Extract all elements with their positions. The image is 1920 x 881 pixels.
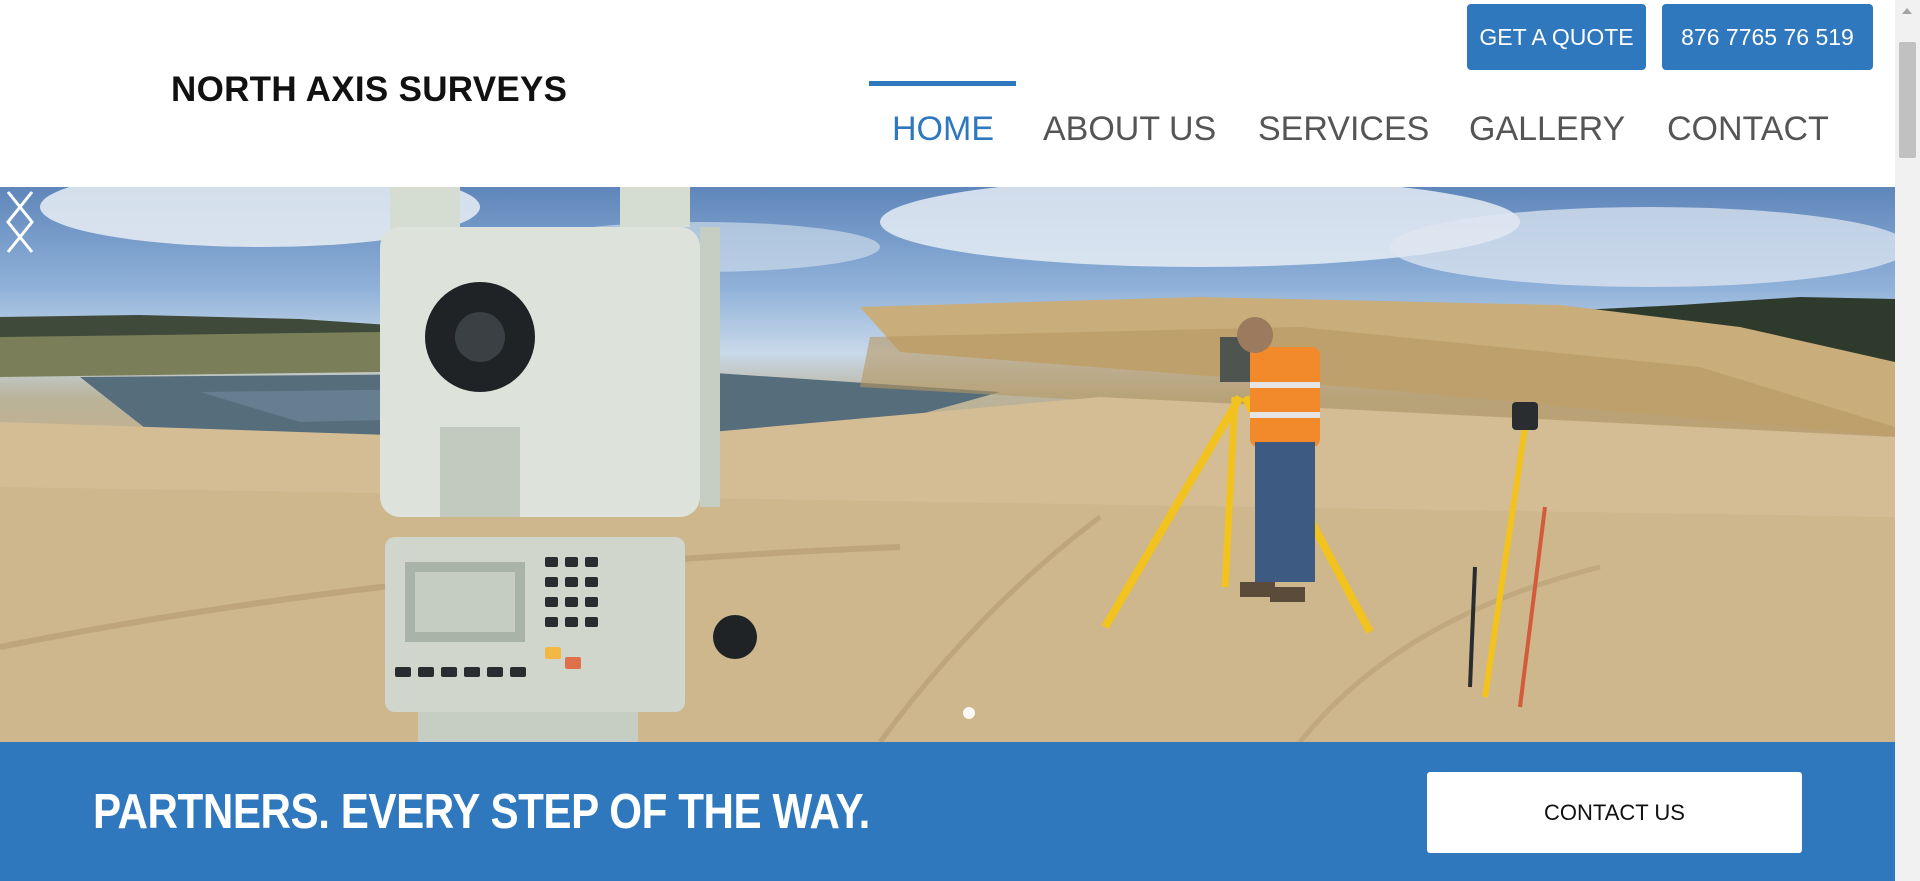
hero-image (0, 187, 1895, 742)
scroll-up-icon[interactable] (1902, 8, 1912, 14)
nav-active-indicator (869, 81, 1016, 86)
tagline: PARTNERS. EVERY STEP OF THE WAY. (93, 785, 870, 839)
nav-item-about-us[interactable]: ABOUT US (1043, 110, 1216, 149)
nav-item-contact[interactable]: CONTACT (1667, 110, 1829, 149)
nav-item-services[interactable]: SERVICES (1258, 110, 1429, 149)
site-header: NORTH AXIS SURVEYS GET A QUOTE 876 7765 … (0, 0, 1895, 187)
chevron-right-icon[interactable] (0, 187, 40, 257)
slider-dot-1[interactable] (963, 707, 975, 719)
get-a-quote-button[interactable]: GET A QUOTE (1467, 4, 1646, 70)
hero-slider (0, 187, 1895, 742)
page-scrollbar[interactable] (1895, 0, 1920, 881)
scroll-thumb[interactable] (1899, 42, 1916, 158)
phone-number-button[interactable]: 876 7765 76 519 (1662, 4, 1873, 70)
cta-band: PARTNERS. EVERY STEP OF THE WAY. CONTACT… (0, 742, 1895, 881)
site-logo[interactable]: NORTH AXIS SURVEYS (171, 70, 567, 110)
nav-item-gallery[interactable]: GALLERY (1469, 110, 1625, 149)
contact-us-button[interactable]: CONTACT US (1427, 772, 1802, 853)
slider-dots (963, 707, 975, 719)
nav-item-home[interactable]: HOME (892, 110, 994, 149)
